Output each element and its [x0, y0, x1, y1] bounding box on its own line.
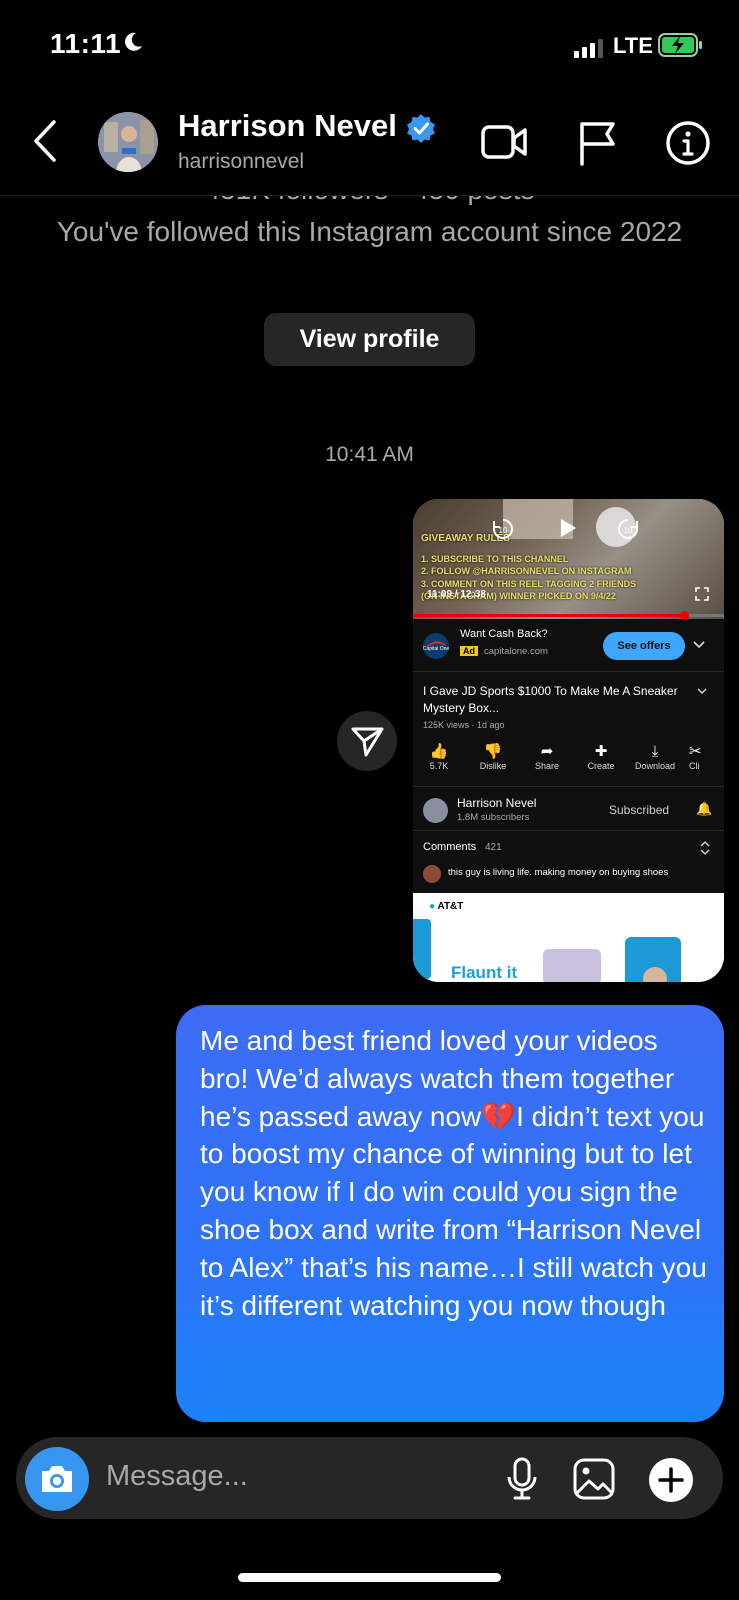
svg-text:10: 10: [624, 526, 633, 535]
channel-subscribers: 1.8M subscribers: [457, 812, 530, 823]
comments-label[interactable]: Comments: [423, 841, 476, 853]
video-title[interactable]: I Gave JD Sports $1000 To Make Me A Snea…: [423, 683, 693, 717]
forward-10-icon[interactable]: 10: [616, 517, 640, 541]
plus-icon[interactable]: [648, 1457, 694, 1503]
home-indicator: [238, 1573, 501, 1582]
video-details: Capital One Want Cash Back? Ad capitalon…: [413, 619, 724, 893]
shared-screenshot-card[interactable]: GIVEAWAY RULES 1. SUBSCRIBE TO THIS CHAN…: [413, 499, 724, 982]
banner-headline: Flaunt it: [451, 963, 518, 982]
expand-comments-icon[interactable]: [700, 841, 710, 855]
send-icon: [351, 727, 384, 757]
share-icon: ➦: [540, 743, 554, 760]
followers-line: 451K followers · 450 posts: [0, 196, 739, 206]
share-button[interactable]: [337, 711, 397, 771]
view-profile-button[interactable]: View profile: [264, 313, 475, 366]
video-time: 11:09 / 12:38: [427, 589, 486, 600]
channel-name[interactable]: Harrison Nevel: [457, 796, 536, 810]
see-offers-button[interactable]: See offers: [603, 632, 685, 660]
back-icon[interactable]: [30, 118, 60, 164]
info-icon[interactable]: [665, 120, 711, 166]
divider: [413, 786, 724, 787]
chevron-down-icon[interactable]: [693, 640, 705, 650]
svg-text:10: 10: [499, 526, 508, 535]
ad-title: Want Cash Back?: [460, 628, 548, 640]
dislike-button[interactable]: 👎 Dislike: [468, 743, 518, 771]
followed-since-text: You've followed this Instagram account s…: [56, 216, 683, 247]
message-input[interactable]: Message...: [106, 1460, 248, 1493]
contact-name[interactable]: Harrison Nevel: [178, 108, 397, 144]
camera-icon: [42, 1466, 72, 1492]
message-timestamp: 10:41 AM: [325, 443, 414, 466]
camera-button[interactable]: [25, 1447, 89, 1511]
avatar[interactable]: [98, 112, 158, 172]
thumbs-down-icon: 👎: [483, 743, 503, 760]
signal-icon: [574, 39, 603, 58]
ad-badge: Ad: [460, 646, 478, 656]
commenter-avatar: [423, 865, 441, 883]
contact-handle[interactable]: harrisonnevel: [178, 150, 304, 174]
divider: [413, 830, 724, 831]
like-button[interactable]: 👍 5.7K: [414, 743, 464, 771]
subscribed-button[interactable]: Subscribed: [609, 803, 669, 817]
status-time: 11:11: [50, 28, 122, 59]
download-button[interactable]: ⤓ Download: [630, 743, 680, 771]
clip-button[interactable]: ✂ Cli: [689, 743, 724, 771]
verified-badge-icon: [407, 114, 435, 143]
video-player[interactable]: GIVEAWAY RULES 1. SUBSCRIBE TO THIS CHAN…: [413, 499, 724, 620]
svg-text:Capital One: Capital One: [423, 646, 449, 652]
share-video-button[interactable]: ➦ Share: [522, 743, 572, 771]
top-comment[interactable]: this guy is living life. making money on…: [448, 867, 668, 878]
capitalone-logo: Capital One: [423, 633, 449, 659]
microphone-icon[interactable]: [505, 1457, 539, 1501]
video-meta: 125K views · 1d ago: [423, 720, 505, 730]
flag-icon[interactable]: [577, 120, 619, 166]
moon-icon: [125, 32, 142, 51]
download-icon: ⤓: [651, 743, 659, 760]
create-button[interactable]: ✚ Create: [576, 743, 626, 771]
video-progress-bar[interactable]: [413, 614, 724, 617]
divider: [413, 671, 724, 672]
bell-icon[interactable]: 🔔: [696, 801, 712, 817]
clip-icon: ✂: [689, 743, 702, 760]
network-label: LTE: [613, 33, 653, 58]
sent-message-text: Me and best friend loved your videos bro…: [200, 1025, 707, 1321]
comments-count: 421: [485, 842, 502, 853]
play-icon[interactable]: [554, 515, 580, 541]
att-banner-ad[interactable]: ● AT&T Flaunt it: [413, 893, 724, 982]
gallery-icon[interactable]: [572, 1457, 616, 1501]
channel-avatar[interactable]: [423, 798, 448, 823]
expand-icon[interactable]: [697, 688, 707, 696]
video-call-icon[interactable]: [480, 120, 528, 164]
thumbs-up-icon: 👍: [429, 743, 449, 760]
fullscreen-icon[interactable]: [695, 587, 709, 601]
ad-domain: capitalone.com: [484, 646, 548, 657]
battery-charging-icon: [658, 33, 702, 57]
rewind-10-icon[interactable]: 10: [491, 517, 515, 541]
create-icon: ✚: [594, 743, 608, 760]
